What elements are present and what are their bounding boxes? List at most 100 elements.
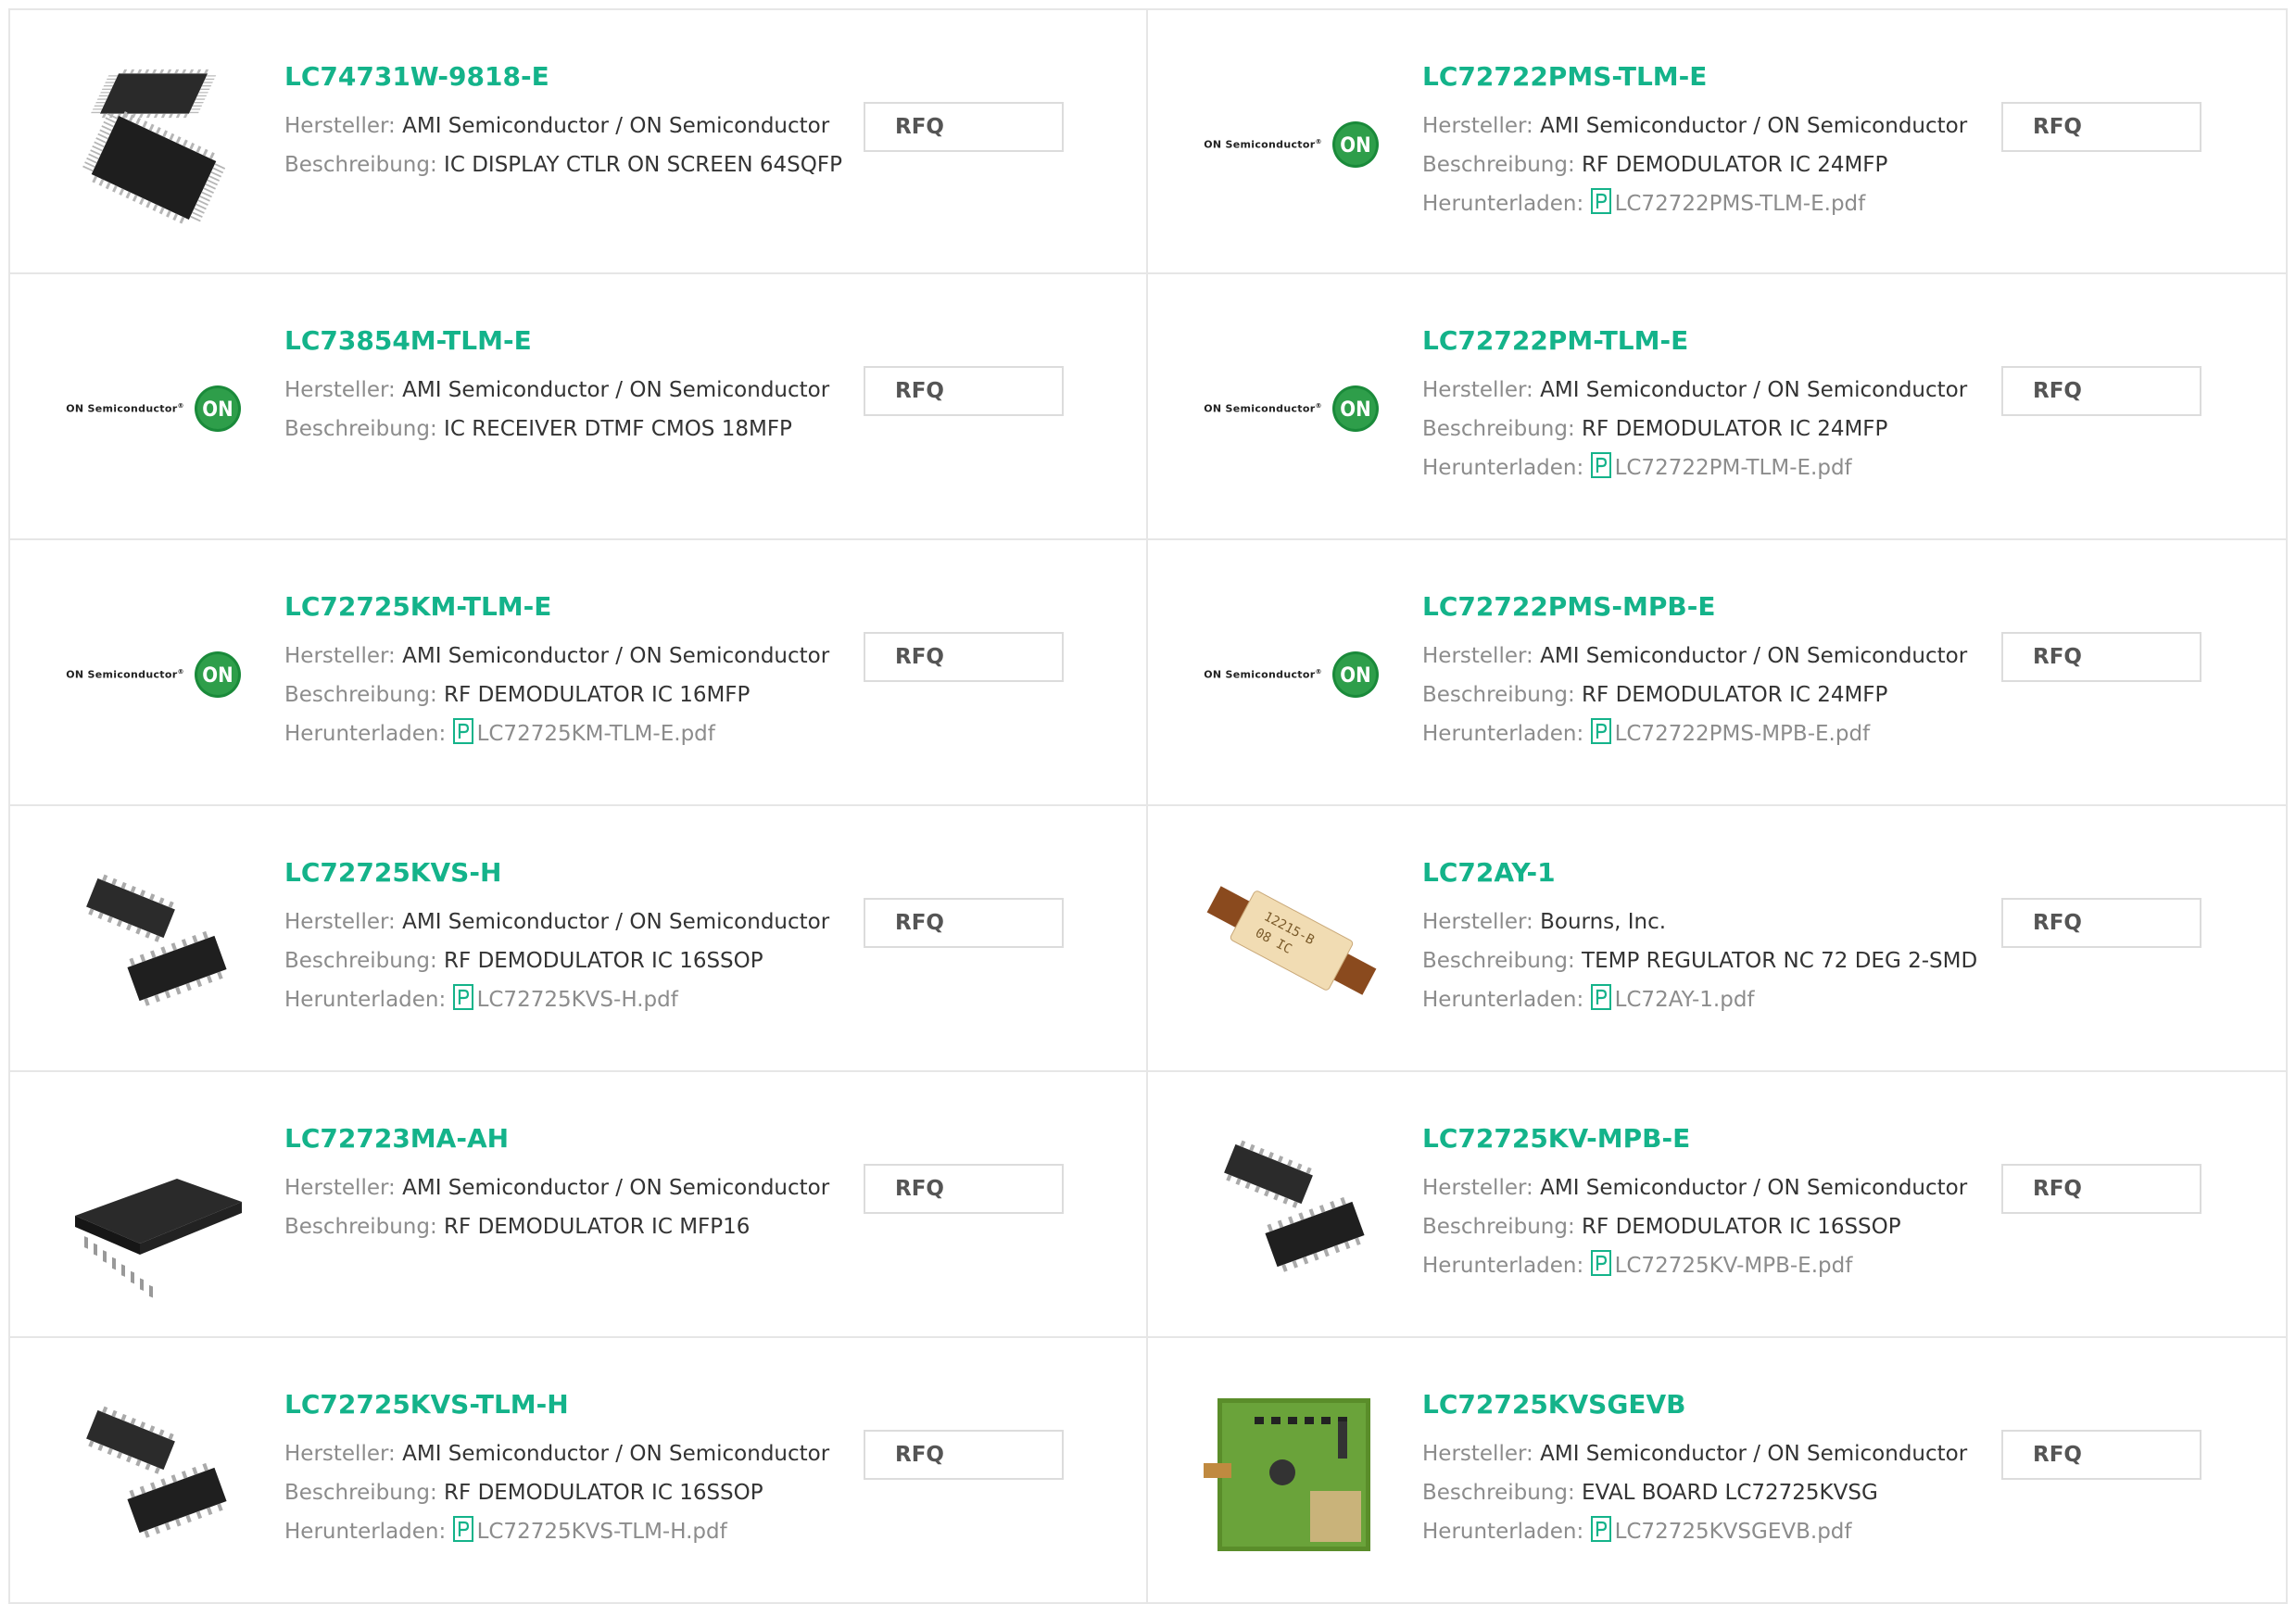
description-line: Beschreibung: RF DEMODULATOR IC 24MFP	[1422, 410, 1967, 448]
pdf-icon	[1590, 718, 1615, 746]
svg-text:ON: ON	[1340, 134, 1370, 158]
manufacturer-line: Hersteller: AMI Semiconductor / ON Semic…	[284, 1168, 829, 1207]
rfq-button[interactable]: RFQ	[864, 102, 1064, 152]
product-info: LC72722PM-TLM-E Hersteller: AMI Semicond…	[1422, 322, 1967, 487]
description-line: Beschreibung: RF DEMODULATOR IC MFP16	[284, 1207, 829, 1246]
description-label: Beschreibung:	[1422, 1481, 1575, 1505]
pdf-icon	[1590, 188, 1615, 216]
datasheet-filename: LC72722PMS-MPB-E.pdf	[1614, 722, 1871, 746]
description-line: Beschreibung: RF DEMODULATOR IC 24MFP	[1422, 145, 1967, 184]
rfq-button[interactable]: RFQ	[2001, 1164, 2201, 1214]
datasheet-pdf-link[interactable]: LC72725KVS-H.pdf	[452, 984, 678, 1012]
on-semiconductor-logo[interactable]: ON Semiconductor® ON	[57, 577, 251, 772]
product-card: LC72725KVS-TLM-H Hersteller: AMI Semicon…	[8, 1338, 1148, 1604]
rfq-button[interactable]: RFQ	[2001, 1430, 2201, 1480]
manufacturer-label: Hersteller:	[284, 644, 396, 668]
datasheet-pdf-link[interactable]: LC72725KM-TLM-E.pdf	[452, 718, 715, 746]
rfq-button[interactable]: RFQ	[864, 366, 1064, 416]
on-semiconductor-logo[interactable]: ON Semiconductor® ON	[1194, 577, 1389, 772]
description-value: RF DEMODULATOR IC 16SSOP	[444, 949, 763, 973]
part-number-link[interactable]: LC72AY-1	[1422, 854, 1977, 891]
product-info: LC72725KVSGEVB Hersteller: AMI Semicondu…	[1422, 1386, 1967, 1551]
description-value: RF DEMODULATOR IC 24MFP	[1582, 153, 1888, 177]
rfq-button[interactable]: RFQ	[864, 1430, 1064, 1480]
rfq-button[interactable]: RFQ	[2001, 898, 2201, 948]
product-image[interactable]: 12215-B 08 IC	[1194, 843, 1389, 1038]
rfq-button[interactable]: RFQ	[864, 632, 1064, 682]
on-semiconductor-logo[interactable]: ON Semiconductor® ON	[57, 311, 251, 506]
svg-text:ON: ON	[1340, 664, 1370, 688]
product-card: ON Semiconductor® ON LC72725KM-TLM-E Her…	[8, 540, 1148, 806]
product-image[interactable]	[57, 1375, 251, 1570]
product-image[interactable]	[57, 47, 251, 242]
manufacturer-value: AMI Semiconductor / ON Semiconductor	[402, 910, 830, 934]
part-number-link[interactable]: LC72725KVS-TLM-H	[284, 1386, 829, 1423]
description-label: Beschreibung:	[284, 1481, 437, 1505]
product-card: LC72723MA-AH Hersteller: AMI Semiconduct…	[8, 1072, 1148, 1338]
manufacturer-value: AMI Semiconductor / ON Semiconductor	[1540, 644, 1968, 668]
description-label: Beschreibung:	[1422, 1215, 1575, 1239]
manufacturer-label: Hersteller:	[1422, 1176, 1533, 1200]
datasheet-filename: LC72725KVS-H.pdf	[476, 988, 678, 1012]
part-number-link[interactable]: LC72722PMS-TLM-E	[1422, 58, 1967, 95]
product-info: LC72725KVS-TLM-H Hersteller: AMI Semicon…	[284, 1386, 829, 1551]
rfq-button[interactable]: RFQ	[2001, 632, 2201, 682]
datasheet-pdf-link[interactable]: LC72725KV-MPB-E.pdf	[1590, 1250, 1852, 1278]
part-number-link[interactable]: LC74731W-9818-E	[284, 58, 842, 95]
manufacturer-line: Hersteller: AMI Semiconductor / ON Semic…	[284, 371, 829, 410]
description-line: Beschreibung: IC RECEIVER DTMF CMOS 18MF…	[284, 410, 829, 448]
download-label: Herunterladen:	[1422, 192, 1584, 216]
rfq-button[interactable]: RFQ	[2001, 366, 2201, 416]
product-image[interactable]	[57, 843, 251, 1038]
manufacturer-value: AMI Semiconductor / ON Semiconductor	[1540, 378, 1968, 402]
datasheet-filename: LC72722PMS-TLM-E.pdf	[1614, 192, 1866, 216]
description-line: Beschreibung: IC DISPLAY CTLR ON SCREEN …	[284, 145, 842, 184]
product-grid: LC74731W-9818-E Hersteller: AMI Semicond…	[8, 8, 2288, 1604]
description-line: Beschreibung: RF DEMODULATOR IC 24MFP	[1422, 676, 1967, 714]
product-card: ON Semiconductor® ON LC72722PM-TLM-E Her…	[1148, 274, 2288, 540]
datasheet-pdf-link[interactable]: LC72AY-1.pdf	[1590, 984, 1755, 1012]
datasheet-pdf-link[interactable]: LC72722PM-TLM-E.pdf	[1590, 452, 1852, 480]
rfq-button[interactable]: RFQ	[2001, 102, 2201, 152]
part-number-link[interactable]: LC72723MA-AH	[284, 1120, 829, 1157]
rfq-button[interactable]: RFQ	[864, 1164, 1064, 1214]
datasheet-pdf-link[interactable]: LC72722PMS-MPB-E.pdf	[1590, 718, 1871, 746]
part-number-link[interactable]: LC72725KM-TLM-E	[284, 588, 829, 625]
download-line: Herunterladen: LC72722PMS-MPB-E.pdf	[1422, 714, 1967, 753]
manufacturer-label: Hersteller:	[284, 1442, 396, 1466]
part-number-link[interactable]: LC72722PMS-MPB-E	[1422, 588, 1967, 625]
part-number-link[interactable]: LC72725KVS-H	[284, 854, 829, 891]
manufacturer-label: Hersteller:	[1422, 1442, 1533, 1466]
product-image[interactable]	[1194, 1109, 1389, 1304]
description-line: Beschreibung: EVAL BOARD LC72725KVSG	[1422, 1473, 1967, 1512]
on-semiconductor-logo[interactable]: ON Semiconductor® ON	[1194, 311, 1389, 506]
part-number-link[interactable]: LC73854M-TLM-E	[284, 322, 829, 360]
download-line: Herunterladen: LC72725KVSGEVB.pdf	[1422, 1512, 1967, 1551]
pdf-icon	[1590, 1516, 1615, 1544]
part-number-link[interactable]: LC72725KV-MPB-E	[1422, 1120, 1967, 1157]
datasheet-filename: LC72722PM-TLM-E.pdf	[1614, 456, 1852, 480]
datasheet-pdf-link[interactable]: LC72722PMS-TLM-E.pdf	[1590, 188, 1866, 216]
product-info: LC74731W-9818-E Hersteller: AMI Semicond…	[284, 58, 842, 184]
datasheet-pdf-link[interactable]: LC72725KVSGEVB.pdf	[1590, 1516, 1852, 1544]
part-number-link[interactable]: LC72722PM-TLM-E	[1422, 322, 1967, 360]
description-value: IC DISPLAY CTLR ON SCREEN 64SQFP	[444, 153, 842, 177]
manufacturer-line: Hersteller: AMI Semiconductor / ON Semic…	[284, 903, 829, 941]
manufacturer-line: Hersteller: AMI Semiconductor / ON Semic…	[1422, 637, 1967, 676]
rfq-button[interactable]: RFQ	[864, 898, 1064, 948]
datasheet-pdf-link[interactable]: LC72725KVS-TLM-H.pdf	[452, 1516, 727, 1544]
manufacturer-label: Hersteller:	[1422, 378, 1533, 402]
download-line: Herunterladen: LC72722PMS-TLM-E.pdf	[1422, 184, 1967, 223]
product-card: ON Semiconductor® ON LC73854M-TLM-E Hers…	[8, 274, 1148, 540]
description-label: Beschreibung:	[284, 417, 437, 441]
download-line: Herunterladen: LC72725KV-MPB-E.pdf	[1422, 1246, 1967, 1285]
manufacturer-line: Hersteller: AMI Semiconductor / ON Semic…	[284, 1434, 829, 1473]
download-line: Herunterladen: LC72AY-1.pdf	[1422, 980, 1977, 1019]
product-image[interactable]	[57, 1109, 251, 1304]
manufacturer-line: Hersteller: AMI Semiconductor / ON Semic…	[1422, 1168, 1967, 1207]
manufacturer-label: Hersteller:	[1422, 644, 1533, 668]
product-card: LC72725KV-MPB-E Hersteller: AMI Semicond…	[1148, 1072, 2288, 1338]
part-number-link[interactable]: LC72725KVSGEVB	[1422, 1386, 1967, 1423]
on-semiconductor-logo[interactable]: ON Semiconductor® ON	[1194, 47, 1389, 242]
product-image[interactable]	[1194, 1375, 1389, 1570]
